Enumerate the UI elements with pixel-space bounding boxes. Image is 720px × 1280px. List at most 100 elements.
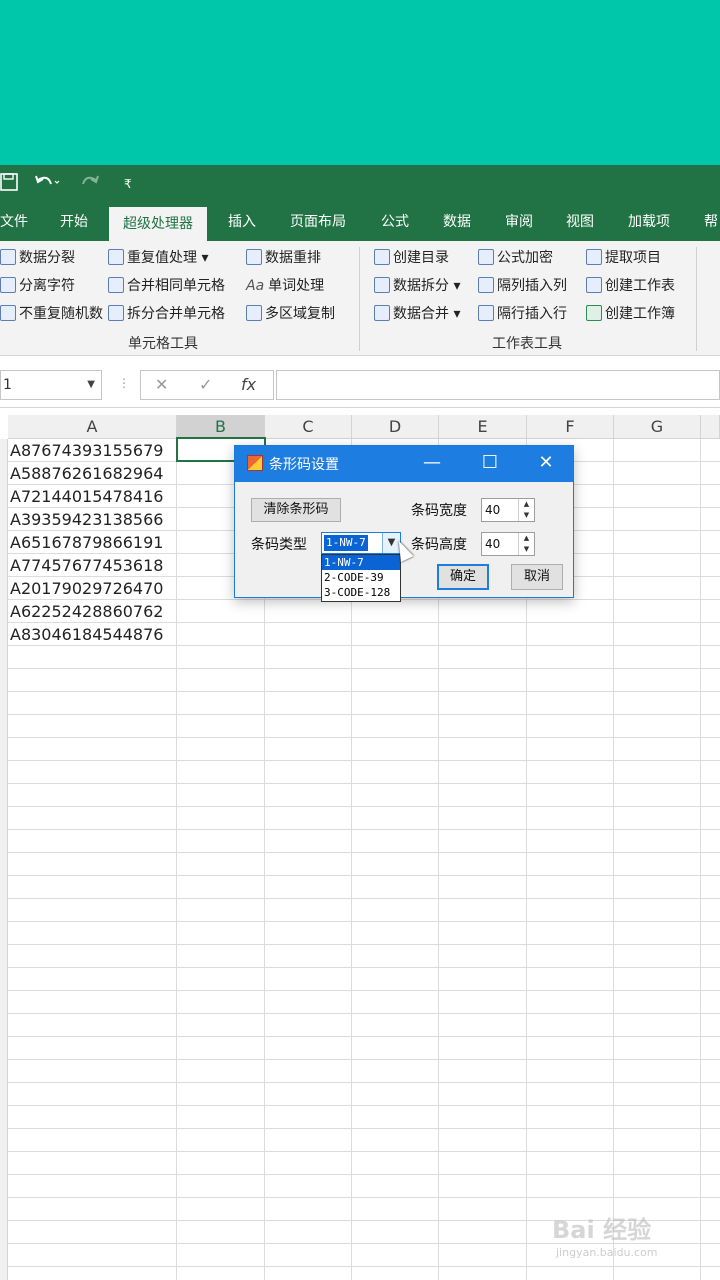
- tab-super-processor[interactable]: 超级处理器: [109, 207, 207, 241]
- column-header-b[interactable]: B: [177, 415, 265, 439]
- column-header-c[interactable]: C: [265, 415, 352, 439]
- copy-icon: [246, 305, 262, 321]
- tab-data[interactable]: 数据: [443, 203, 471, 241]
- close-icon[interactable]: ✕: [531, 452, 561, 473]
- option-code39[interactable]: 2-CODE-39: [322, 570, 400, 585]
- ribbon-tabs: 文件 开始 超级处理器 插入 页面布局 公式 数据 审阅 视图 加载项 帮: [0, 203, 720, 241]
- ok-button[interactable]: 确定: [437, 564, 489, 590]
- dialog-titlebar[interactable]: 条形码设置 — ☐ ✕: [235, 446, 573, 482]
- cell-a[interactable]: A65167879866191: [10, 531, 163, 554]
- merge-same-cells-button[interactable]: 合并相同单元格: [108, 275, 225, 297]
- cell-a[interactable]: A62252428860762: [10, 600, 163, 623]
- word-process-button[interactable]: Aa 单词处理: [246, 275, 324, 297]
- formula-input[interactable]: [276, 370, 720, 400]
- duplicate-values-button[interactable]: 重复值处理 ▾: [108, 247, 208, 269]
- formula-bar: 1 ▼ ⋮ ✕ ✓ fx: [0, 362, 720, 408]
- tab-help[interactable]: 帮: [704, 203, 718, 241]
- gridline: [8, 1266, 720, 1267]
- column-header-f[interactable]: F: [527, 415, 614, 439]
- stepper-arrows-icon[interactable]: ▲ ▼: [518, 499, 534, 521]
- create-worksheet-button[interactable]: 创建工作表: [586, 275, 675, 297]
- separate-chars-button[interactable]: 分离字符: [0, 275, 75, 297]
- gridline: [8, 760, 720, 761]
- cell-a[interactable]: A87674393155679: [10, 439, 163, 462]
- baidu-watermark-url: jingyan.baidu.com: [556, 1246, 658, 1259]
- customize-toolbar-icon[interactable]: ₹: [124, 177, 132, 191]
- data-rearrange-button[interactable]: 数据重排: [246, 247, 321, 269]
- create-workbook-button[interactable]: 创建工作簿: [586, 303, 675, 325]
- barcode-type-options: 1-NW-7 2-CODE-39 3-CODE-128: [321, 554, 401, 602]
- gridline: [700, 439, 701, 1280]
- create-toc-button[interactable]: 创建目录: [374, 247, 449, 269]
- app-icon: [247, 455, 263, 471]
- chevron-down-icon: ▼: [87, 379, 95, 390]
- ribbon-panel: 数据分裂 分离字符 不重复随机数 重复值处理 ▾ 合并相同单元格 拆分合并单元格…: [0, 241, 720, 356]
- barcode-type-label: 条码类型: [251, 537, 307, 553]
- cell-a[interactable]: A83046184544876: [10, 623, 163, 646]
- data-split-button[interactable]: 数据分裂: [0, 247, 75, 269]
- tab-review[interactable]: 审阅: [505, 203, 533, 241]
- insert-alt-columns-button[interactable]: 隔列插入列: [478, 275, 567, 297]
- insert-function-icon[interactable]: fx: [241, 375, 256, 394]
- more-options-icon: ⋮: [118, 376, 130, 390]
- tab-file[interactable]: 文件: [0, 203, 28, 241]
- barcode-height-stepper[interactable]: 40 ▲ ▼: [481, 532, 535, 556]
- gridline: [8, 875, 720, 876]
- option-nw7[interactable]: 1-NW-7: [322, 555, 400, 570]
- gridline: [8, 806, 720, 807]
- maximize-icon[interactable]: ☐: [475, 452, 505, 473]
- data-merge-button[interactable]: 数据合并 ▾: [374, 303, 460, 325]
- minimize-icon[interactable]: —: [417, 452, 447, 473]
- tab-add-ins[interactable]: 加载项: [628, 203, 670, 241]
- barcode-type-select[interactable]: 1-NW-7 ▼: [321, 532, 401, 554]
- column-header-e[interactable]: E: [439, 415, 527, 439]
- cancel-button[interactable]: 取消: [511, 564, 563, 590]
- cell-a[interactable]: A72144015478416: [10, 485, 163, 508]
- group-label-cell-tools: 单元格工具: [128, 336, 198, 352]
- gridline: [8, 691, 720, 692]
- gridline: [8, 714, 720, 715]
- column-header-h[interactable]: [701, 415, 720, 439]
- split-sheet-icon: [374, 277, 390, 293]
- cell-a[interactable]: A39359423138566: [10, 508, 163, 531]
- stepper-arrows-icon[interactable]: ▲ ▼: [518, 533, 534, 555]
- enter-icon[interactable]: ✓: [199, 375, 212, 394]
- insert-alt-rows-button[interactable]: 隔行插入行: [478, 303, 567, 325]
- data-split-sheet-button[interactable]: 数据拆分 ▾: [374, 275, 460, 297]
- ribbon-divider: [696, 247, 697, 351]
- columns-icon: [478, 277, 494, 293]
- tab-formulas[interactable]: 公式: [381, 203, 409, 241]
- split-merged-cells-button[interactable]: 拆分合并单元格: [108, 303, 225, 325]
- aa-icon: Aa: [246, 278, 265, 294]
- column-header-a[interactable]: A: [8, 415, 177, 439]
- name-box[interactable]: 1 ▼: [0, 370, 102, 400]
- unique-random-button[interactable]: 不重复随机数: [0, 303, 103, 325]
- extract-items-button[interactable]: 提取项目: [586, 247, 661, 269]
- option-code128[interactable]: 3-CODE-128: [322, 585, 400, 600]
- barcode-settings-dialog: 条形码设置 — ☐ ✕ 清除条形码 条码类型 1-NW-7 ▼ 1-NW-7 2…: [234, 445, 574, 602]
- clear-barcode-button[interactable]: 清除条形码: [251, 498, 341, 522]
- column-header-d[interactable]: D: [352, 415, 439, 439]
- dialog-title: 条形码设置: [269, 457, 339, 473]
- barcode-width-stepper[interactable]: 40 ▲ ▼: [481, 498, 535, 522]
- redo-icon[interactable]: [78, 173, 104, 196]
- cancel-icon[interactable]: ✕: [155, 375, 168, 394]
- formula-encrypt-button[interactable]: 公式加密: [478, 247, 553, 269]
- gridline: [8, 921, 720, 922]
- cell-a[interactable]: A77457677453618: [10, 554, 163, 577]
- cell-a[interactable]: A58876261682964: [10, 462, 163, 485]
- tab-insert[interactable]: 插入: [228, 203, 256, 241]
- barcode-type-value: 1-NW-7: [324, 535, 368, 551]
- tab-view[interactable]: 视图: [566, 203, 594, 241]
- random-icon: [0, 305, 16, 321]
- save-icon[interactable]: [0, 173, 18, 196]
- tab-page-layout[interactable]: 页面布局: [290, 203, 346, 241]
- undo-icon[interactable]: [34, 173, 60, 196]
- tab-home[interactable]: 开始: [60, 203, 88, 241]
- baidu-watermark: Bai 经验: [552, 1216, 652, 1244]
- barcode-height-label: 条码高度: [411, 537, 467, 553]
- column-header-g[interactable]: G: [614, 415, 701, 439]
- multi-area-copy-button[interactable]: 多区域复制: [246, 303, 335, 325]
- gridline: [8, 1036, 720, 1037]
- cell-a[interactable]: A20179029726470: [10, 577, 163, 600]
